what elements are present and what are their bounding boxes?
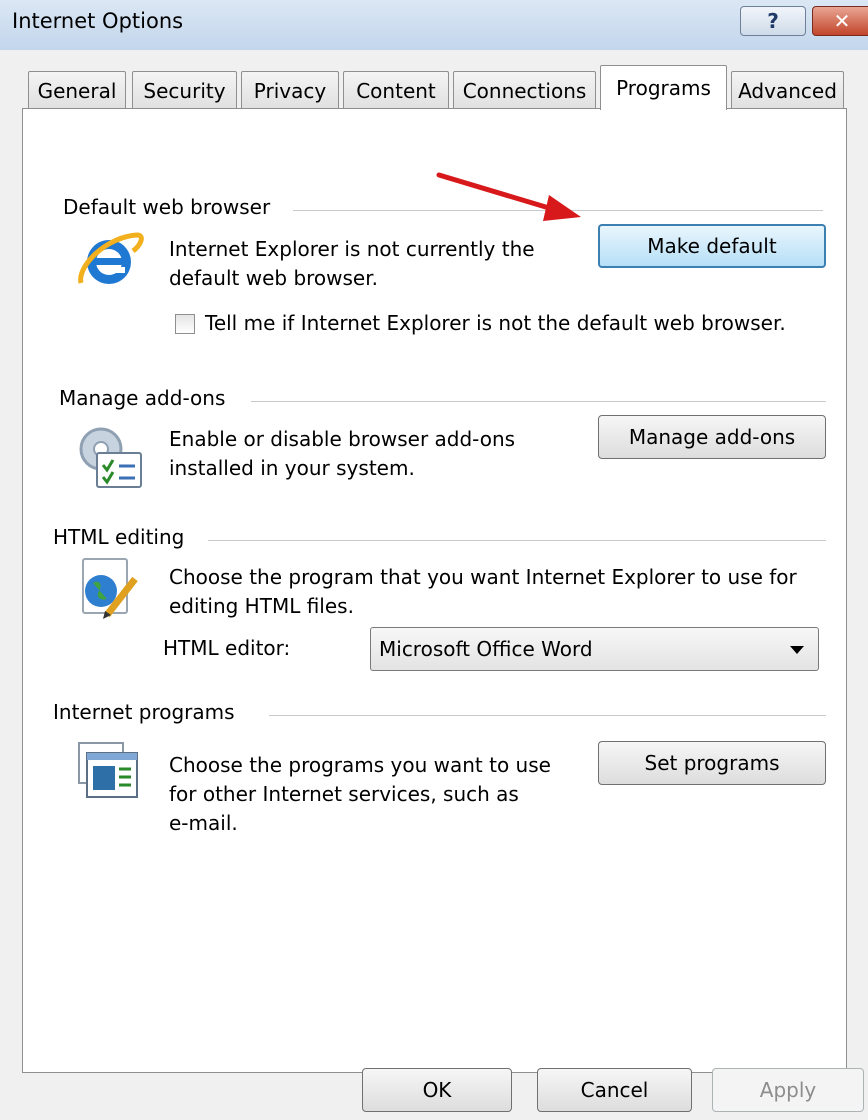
dialog-body: General Security Privacy Content Connect… [0,50,868,1120]
tab-label: Content [356,78,436,103]
programs-window-icon [78,742,138,798]
html-editor-select[interactable]: Microsoft Office Word [370,627,819,671]
button-label: Apply [759,1078,817,1102]
tab-label: Connections [462,78,587,103]
manage-addons-button[interactable]: Manage add-ons [598,415,826,459]
description-line: editing HTML files. [169,594,354,618]
button-label: Cancel [580,1078,649,1102]
button-label: Manage add-ons [628,425,796,449]
help-button[interactable]: ? [740,6,806,36]
window-title: Internet Options [12,9,184,33]
tab-advanced[interactable]: Advanced [731,71,844,109]
tab-label: Programs [616,76,711,100]
ok-button[interactable]: OK [362,1068,512,1112]
default-browser-checkbox[interactable] [175,314,195,334]
internet-explorer-icon [78,232,144,284]
description-line: default web browser. [169,266,378,290]
html-editor-value: Microsoft Office Word [379,637,593,661]
default-browser-checkbox-label[interactable]: Tell me if Internet Explorer is not the … [205,309,786,338]
addons-heading: Manage add-ons [59,386,240,410]
tab-content[interactable]: Content [343,71,449,109]
tab-label: Security [143,78,226,103]
group-divider [269,715,826,716]
help-icon: ? [767,9,779,33]
tab-label: Privacy [253,78,327,103]
html-editing-description: Choose the program that you want Interne… [169,563,797,621]
button-label: Set programs [644,751,780,775]
description-line: Choose the program that you want Interne… [169,565,797,589]
internet-programs-description: Choose the programs you want to use for … [169,751,551,838]
make-default-button[interactable]: Make default [598,224,826,268]
chevron-down-icon [790,646,804,654]
addons-description: Enable or disable browser add-ons instal… [169,425,515,483]
tab-programs[interactable]: Programs [600,65,727,110]
description-line: Internet Explorer is not currently the [169,237,535,261]
addons-gear-checklist-icon [79,427,142,488]
tab-general[interactable]: General [28,71,126,109]
apply-button[interactable]: Apply [712,1068,864,1112]
description-line: Choose the programs you want to use [169,753,551,777]
programs-panel: Default web browser Internet Explorer is… [22,108,847,1073]
tab-label: General [37,78,117,103]
html-editor-label: HTML editor: [163,636,291,660]
tab-privacy[interactable]: Privacy [241,71,339,109]
group-divider [208,540,826,541]
default-browser-heading: Default web browser [63,195,285,219]
globe-pencil-icon [82,558,138,619]
tab-connections[interactable]: Connections [453,71,596,109]
description-line: e-mail. [169,811,238,835]
internet-programs-heading: Internet programs [53,700,249,724]
tab-label: Advanced [738,78,837,103]
tab-security[interactable]: Security [132,71,237,109]
description-line: Enable or disable browser add-ons [169,427,516,451]
html-editing-heading: HTML editing [53,525,199,549]
description-line: for other Internet services, such as [169,782,519,806]
description-line: installed in your system. [169,456,415,480]
default-browser-description: Internet Explorer is not currently the d… [169,235,535,293]
close-icon: ✕ [833,9,851,33]
set-programs-button[interactable]: Set programs [598,741,826,785]
group-divider [251,401,826,402]
title-bar: Internet Options ? ✕ [0,0,868,50]
button-label: Make default [647,234,777,258]
cancel-button[interactable]: Cancel [537,1068,692,1112]
red-arrow-icon [436,172,581,221]
button-label: OK [422,1078,452,1102]
close-button[interactable]: ✕ [812,6,868,36]
